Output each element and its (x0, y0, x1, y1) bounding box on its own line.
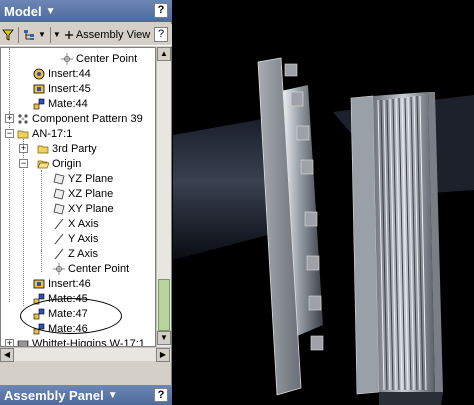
tree-item-label: Center Point (76, 53, 138, 65)
toolbar-divider (49, 26, 51, 43)
collapse-toggle[interactable]: − (19, 159, 28, 168)
assembly-panel-header[interactable]: Assembly Panel ▼ ? (0, 385, 172, 405)
tree-item-label: Whittet-Higgins W-17:1 (32, 338, 145, 347)
insert-constraint-icon (33, 68, 45, 80)
tree-item-label: 3rd Party (52, 143, 97, 155)
tree-item-label: XY Plane (68, 203, 114, 215)
tree-item-xy-plane[interactable]: XY Plane (53, 202, 114, 216)
axis-icon (54, 233, 64, 245)
tree-item-label: Mate:44 (48, 98, 88, 110)
tree-guide-line (41, 170, 42, 250)
axis-icon (54, 218, 64, 230)
model-panel-title: Model (4, 3, 42, 19)
tree-item-3rd-party[interactable]: 3rd Party (37, 142, 97, 156)
chevron-down-icon: ▼ (52, 30, 61, 39)
part-icon (17, 340, 29, 346)
expand-toggle[interactable]: + (19, 144, 28, 153)
tree-item-label: AN-17:1 (32, 128, 73, 140)
tree-item-z-axis[interactable]: Z Axis (53, 247, 98, 261)
tree-item-center-point-origin[interactable]: Center Point (53, 262, 129, 276)
help-button[interactable]: ? (154, 3, 168, 18)
assembly-panel-title: Assembly Panel (4, 387, 104, 403)
horizontal-scrollbar[interactable]: ◀ ▶ (0, 347, 171, 362)
chevron-down-icon[interactable]: ▼ (108, 390, 118, 401)
tree-item-label: Z Axis (68, 248, 98, 260)
expand-toggle[interactable]: + (5, 114, 14, 123)
tree-item-center-point[interactable]: Center Point (61, 52, 137, 66)
tree-item-label: Y Axis (68, 233, 99, 245)
folder-icon (37, 145, 49, 154)
open-folder-icon (37, 160, 49, 169)
funnel-icon (2, 29, 14, 41)
scroll-right-button[interactable]: ▶ (156, 348, 170, 362)
center-point-icon (61, 53, 73, 65)
tree-guide-line (9, 48, 10, 112)
tree-item-insert-45[interactable]: Insert:45 (33, 82, 91, 96)
tree-item-whittet-higgins[interactable]: Whittet-Higgins W-17:1 (17, 337, 145, 347)
tree-item-xz-plane[interactable]: XZ Plane (53, 187, 113, 201)
filter-button[interactable] (0, 26, 16, 44)
toolbar-divider (18, 26, 19, 43)
tree-item-label: YZ Plane (68, 173, 114, 185)
chevron-down-icon: ▼ (38, 30, 46, 39)
3d-viewport[interactable] (173, 0, 474, 405)
tree-item-insert-46[interactable]: Insert:46 (33, 277, 91, 291)
tree-item-component-pattern-39[interactable]: Component Pattern 39 (17, 112, 143, 126)
tree-item-label: Center Point (68, 263, 130, 275)
tree-item-label: XZ Plane (68, 188, 114, 200)
plane-icon (53, 173, 65, 185)
vertical-scrollbar[interactable]: ▲ ▼ (156, 47, 171, 347)
tree-guide-line (41, 250, 42, 272)
plane-icon (53, 203, 65, 215)
assembly-3d-model (173, 57, 474, 405)
highlight-ellipse-annotation (20, 298, 122, 334)
tree-item-mate-44[interactable]: Mate:44 (33, 97, 88, 111)
collapse-toggle[interactable]: − (5, 129, 14, 138)
insert-constraint-icon (33, 84, 45, 94)
tree-structure-icon (24, 29, 34, 40)
tree-guide-line (9, 112, 10, 302)
assembly-icon (64, 30, 73, 39)
tree-item-yz-plane[interactable]: YZ Plane (53, 172, 113, 186)
pattern-icon (18, 114, 28, 124)
tree-item-x-axis[interactable]: X Axis (53, 217, 99, 231)
center-point-icon (53, 263, 65, 275)
tree-item-label: Component Pattern 39 (32, 113, 143, 125)
mate-constraint-icon (33, 98, 45, 110)
model-panel-header[interactable]: Model ▼ ? (0, 0, 172, 22)
scroll-left-button[interactable]: ◀ (0, 348, 14, 362)
assembly-view-label: Assembly View (75, 28, 151, 41)
tree-item-label: Origin (52, 158, 82, 170)
tree-item-y-axis[interactable]: Y Axis (53, 232, 98, 246)
browser-toolbar: ▼ ▼ Assembly View ▼ ? (0, 24, 172, 46)
axis-icon (54, 248, 64, 260)
tree-item-label: X Axis (68, 218, 99, 230)
tree-item-label: Insert:44 (48, 68, 91, 80)
model-browser-panel: Model ▼ ? ▼ ▼ Assembly View ▼ ? Cen (0, 0, 172, 405)
plane-icon (53, 188, 65, 200)
assembly-view-dropdown[interactable]: ▼ Assembly View ▼ (53, 26, 162, 44)
assembly-panel-help-button[interactable]: ? (154, 388, 168, 402)
expand-toggle[interactable]: + (5, 339, 14, 346)
tree-item-an-17-1[interactable]: AN-17:1 (17, 127, 72, 141)
tree-item-label: Insert:45 (48, 83, 91, 95)
tree-item-origin[interactable]: Origin (37, 157, 81, 171)
toolbar-help-button[interactable]: ? (154, 27, 168, 42)
scroll-down-button[interactable]: ▼ (157, 331, 171, 345)
tree-options-button[interactable]: ▼ (21, 26, 48, 44)
scroll-thumb[interactable] (158, 279, 170, 331)
tree-item-insert-44[interactable]: Insert:44 (33, 67, 91, 81)
folder-icon (17, 130, 29, 139)
insert-constraint-icon (33, 279, 45, 289)
scroll-up-button[interactable]: ▲ (157, 47, 171, 61)
tree-item-label: Insert:46 (48, 278, 91, 290)
chevron-down-icon[interactable]: ▼ (46, 6, 56, 17)
